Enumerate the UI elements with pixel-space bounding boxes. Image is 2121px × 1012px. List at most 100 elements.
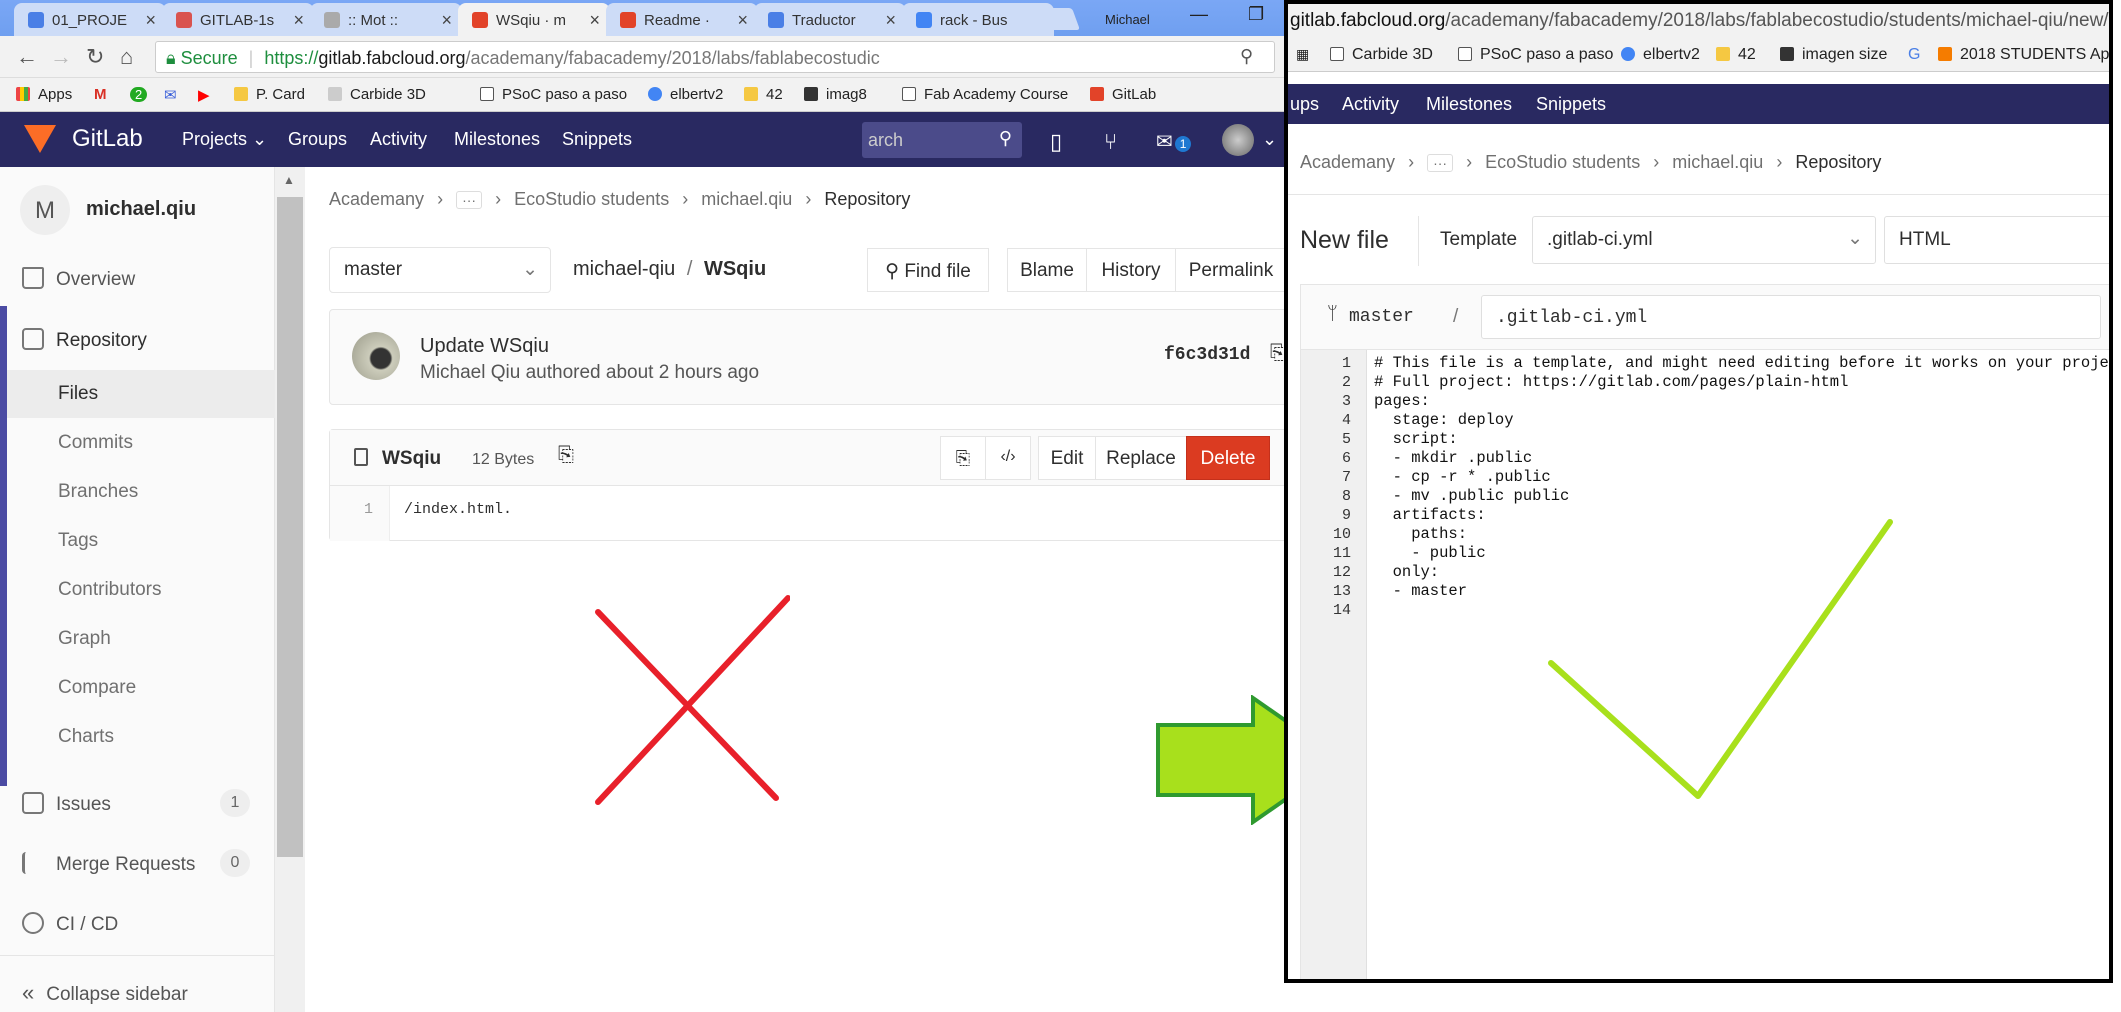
breadcrumb-academany[interactable]: Academany (329, 189, 424, 209)
bookmark-elbert[interactable]: elbertv2 (1621, 46, 1700, 64)
breadcrumb-michael[interactable]: michael.qiu (701, 189, 792, 209)
todo-icon[interactable]: ✉ 1 (1156, 129, 1192, 154)
sidebar-item-compare[interactable]: Compare (58, 677, 136, 699)
nav-groups[interactable]: ups (1290, 94, 1319, 115)
nav-activity[interactable]: Activity (370, 129, 427, 150)
zoom-icon[interactable]: ⚲ (1240, 46, 1253, 67)
forward-icon[interactable]: → (50, 44, 72, 70)
gitlab-brand[interactable]: GitLab (72, 125, 143, 153)
author-avatar[interactable] (352, 332, 400, 380)
profile-label[interactable]: Michael (1105, 12, 1150, 27)
browser-tab-active[interactable]: WSqiu · m × (458, 3, 610, 36)
copy-contents-button[interactable]: ⎘ (940, 436, 986, 480)
breadcrumb-ecostudio[interactable]: EcoStudio students (514, 189, 669, 209)
sidebar-item-cicd[interactable]: CI / CD (22, 912, 118, 936)
bookmark-elbert[interactable]: elbertv2 (648, 86, 723, 103)
commit-sha[interactable]: f6c3d31d (1164, 345, 1250, 365)
scrollbar-thumb[interactable] (277, 197, 303, 857)
close-tab-icon[interactable]: × (589, 10, 600, 31)
close-tab-icon[interactable]: × (293, 10, 304, 31)
close-tab-icon[interactable]: × (737, 10, 748, 31)
scroll-up-icon[interactable]: ▲ (283, 173, 295, 187)
new-tab-button[interactable] (1027, 8, 1081, 30)
close-tab-icon[interactable]: × (441, 10, 452, 31)
sidebar-item-issues[interactable]: Issues (22, 792, 111, 816)
sidebar-scrollbar[interactable]: ▲ (275, 167, 305, 1012)
sidebar-item-graph[interactable]: Graph (58, 628, 111, 650)
branch-select[interactable]: master ⌄ (329, 247, 551, 293)
project-name[interactable]: michael.qiu (86, 198, 196, 221)
bookmark-psoc[interactable]: PSoC paso a paso (480, 86, 627, 103)
badge-icon[interactable]: 2 (130, 87, 148, 102)
sidebar-item-commits[interactable]: Commits (58, 432, 133, 454)
breadcrumb-repository[interactable]: Repository (824, 189, 910, 209)
close-tab-icon[interactable]: × (885, 10, 896, 31)
edit-button[interactable]: Edit (1038, 436, 1096, 480)
reload-icon[interactable]: ↻ (86, 44, 104, 70)
sidebar-item-charts[interactable]: Charts (58, 726, 114, 748)
sidebar-item-tags[interactable]: Tags (58, 530, 98, 552)
merge-request-icon[interactable]: ⑂ (1104, 129, 1117, 155)
copy-path-icon[interactable]: ⎘ (558, 444, 574, 467)
sidebar-item-files[interactable]: Files (58, 383, 98, 405)
nav-snippets[interactable]: Snippets (562, 129, 632, 150)
mail-icon[interactable]: ✉ (164, 86, 177, 104)
right-url-bar[interactable]: gitlab.fabcloud.org/academany/fabacademy… (1288, 4, 2109, 38)
youtube-icon[interactable]: ▶ (198, 86, 210, 104)
find-file-button[interactable]: ⚲ Find file (867, 248, 989, 292)
nav-milestones[interactable]: Milestones (454, 129, 540, 150)
history-button[interactable]: History (1086, 248, 1176, 292)
gmail-icon[interactable]: M (94, 86, 107, 103)
project-avatar[interactable]: M (20, 185, 70, 235)
browser-tab[interactable]: GITLAB-1s × (162, 3, 314, 36)
home-icon[interactable]: ⌂ (120, 44, 133, 70)
bookmark-fab-academy[interactable]: Fab Academy Course (902, 86, 1068, 103)
url-input[interactable]: 🔒︎ Secure | https://gitlab.fabcloud.org/… (155, 41, 1275, 73)
nav-activity[interactable]: Activity (1342, 94, 1399, 115)
mode-select[interactable]: HTML (1884, 216, 2109, 264)
bookmark-pcard[interactable]: P. Card (234, 86, 305, 103)
user-avatar[interactable] (1222, 124, 1254, 156)
commit-title[interactable]: Update WSqiu (420, 335, 549, 358)
open-raw-button[interactable]: ‹/› (985, 436, 1031, 480)
bookmark-42[interactable]: 42 (744, 86, 783, 103)
bookmark-gitlab[interactable]: GitLab (1090, 86, 1156, 103)
delete-button[interactable]: Delete (1186, 436, 1270, 480)
sidebar-item-merge-requests[interactable]: Merge Requests (22, 852, 195, 876)
sidebar-toggle-icon[interactable]: ▯ (1050, 129, 1062, 155)
search-input[interactable]: arch ⚲ (862, 122, 1022, 158)
nav-groups[interactable]: Groups (288, 129, 347, 150)
template-select[interactable]: .gitlab-ci.yml ⌄ (1532, 216, 1876, 264)
translate-icon[interactable]: G (1908, 46, 1920, 64)
restore-icon[interactable]: ❐ (1248, 4, 1264, 25)
back-icon[interactable]: ← (16, 44, 38, 70)
bookmark-carbide[interactable]: Carbide 3D (1330, 46, 1433, 64)
browser-tab[interactable]: Traductor × (754, 3, 906, 36)
nav-snippets[interactable]: Snippets (1536, 94, 1606, 115)
nav-projects[interactable]: Projects ⌄ (182, 129, 267, 150)
gitlab-logo-icon[interactable] (24, 125, 56, 153)
browser-tab[interactable]: Readme · × (606, 3, 758, 36)
breadcrumb-ellipsis[interactable]: ··· (456, 191, 483, 209)
sidebar-item-overview[interactable]: Overview (22, 267, 135, 291)
browser-tab[interactable]: :: Mot :: × (310, 3, 462, 36)
replace-button[interactable]: Replace (1095, 436, 1187, 480)
filename-input[interactable]: .gitlab-ci.yml (1481, 295, 2101, 339)
bookmark-students-app[interactable]: 2018 STUDENTS App (1938, 46, 2109, 64)
blame-button[interactable]: Blame (1007, 248, 1087, 292)
close-tab-icon[interactable]: × (145, 10, 156, 31)
bookmark-carbide[interactable]: Carbide 3D (328, 86, 426, 103)
path-filename[interactable]: WSqiu (704, 258, 766, 280)
minimize-icon[interactable]: — (1190, 4, 1208, 25)
bookmark-image-size[interactable]: imagen size (1780, 46, 1887, 64)
browser-tab[interactable]: 01_PROJE × (14, 3, 166, 36)
sidebar-item-contributors[interactable]: Contributors (58, 579, 162, 601)
bookmark-psoc[interactable]: PSoC paso a paso (1458, 46, 1613, 64)
bookmark-image[interactable]: imag8 (804, 86, 867, 103)
permalink-button[interactable]: Permalink (1175, 248, 1286, 292)
nav-milestones[interactable]: Milestones (1426, 94, 1512, 115)
path-namespace[interactable]: michael-qiu (573, 258, 675, 280)
chevron-down-icon[interactable]: ⌄ (1262, 129, 1277, 150)
bookmark-42[interactable]: 42 (1716, 46, 1756, 64)
bookmark-apps[interactable]: Apps (16, 86, 72, 103)
